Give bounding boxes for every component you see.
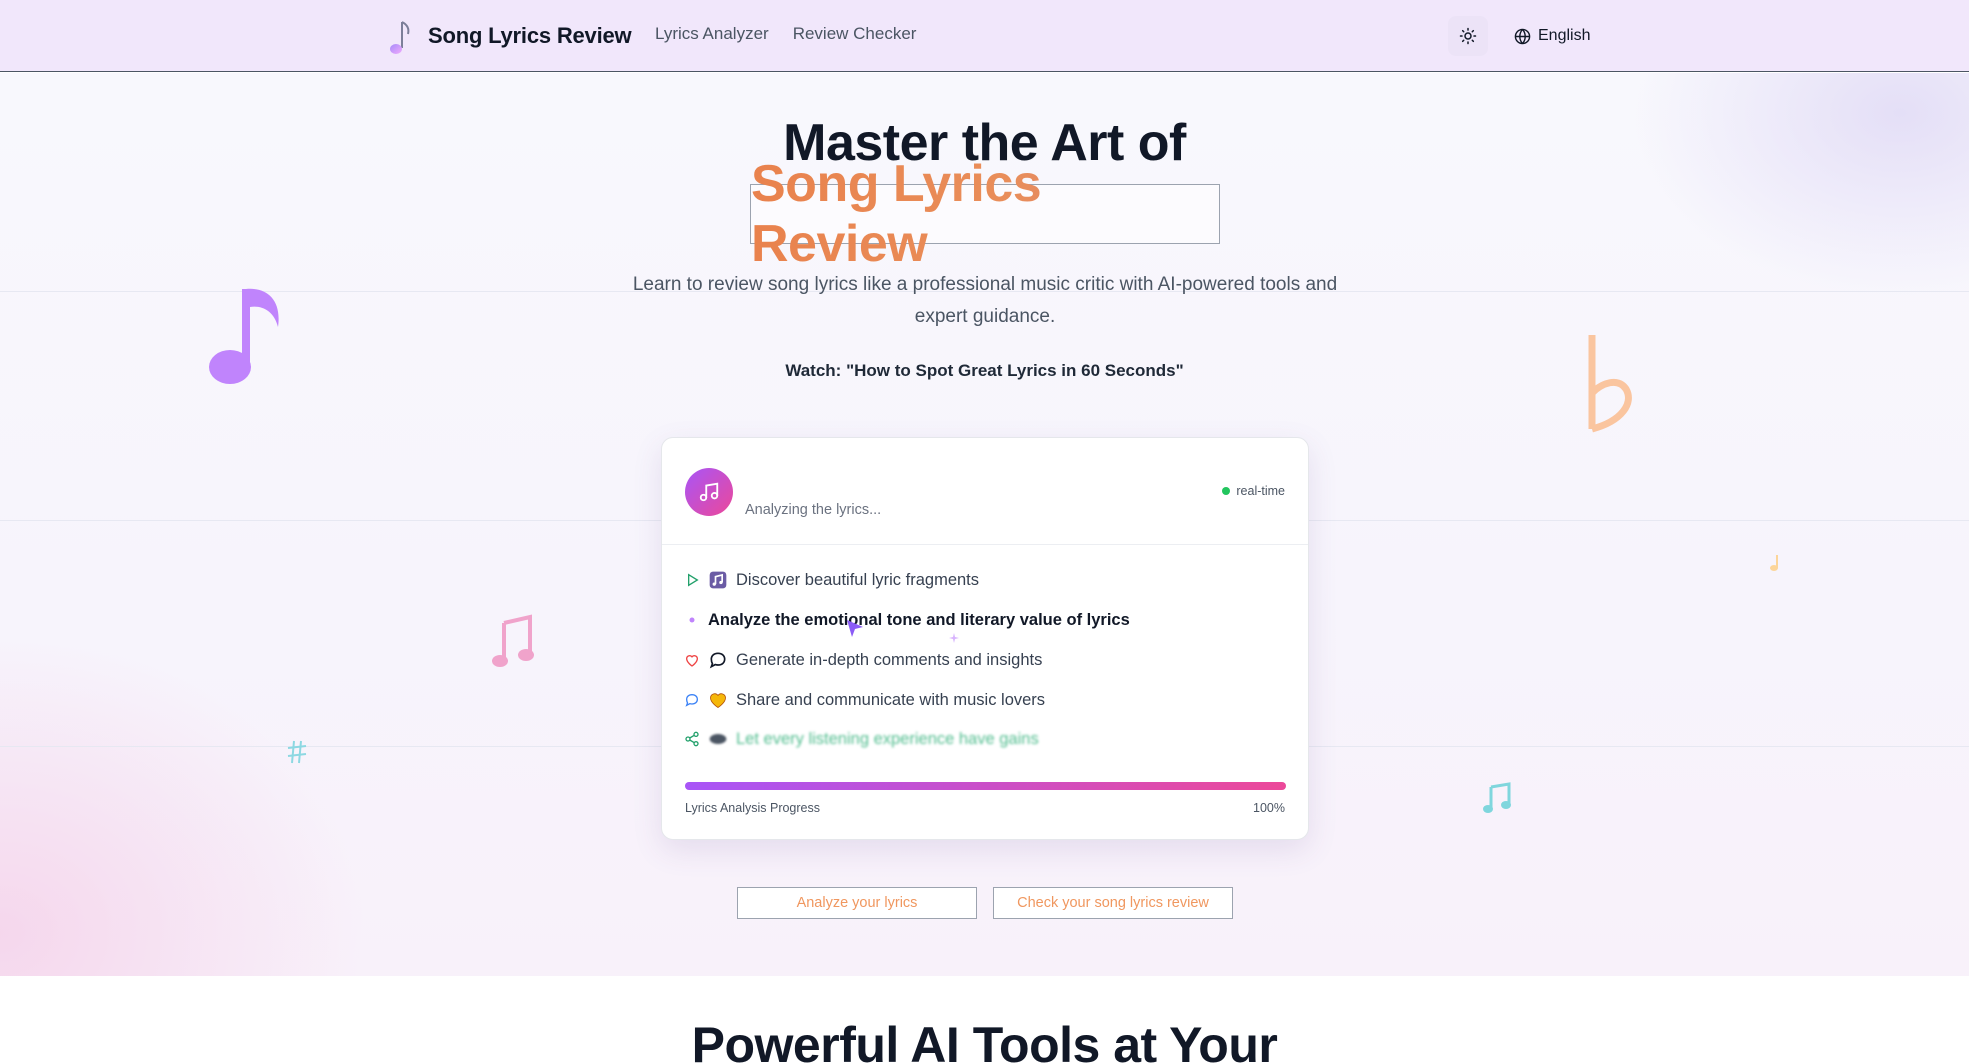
realtime-badge: real-time (1222, 484, 1285, 498)
theme-toggle-button[interactable] (1448, 16, 1488, 56)
step-text: Generate in-depth comments and insights (736, 650, 1043, 669)
share-icon (685, 731, 699, 747)
hero-subtitle: Learn to review song lyrics like a profe… (632, 274, 1338, 327)
music-avatar (685, 468, 733, 516)
step-text: Analyze the emotional tone and literary … (708, 610, 1130, 629)
features-section: Powerful AI Tools at Your (0, 976, 1969, 1063)
realtime-label: real-time (1236, 484, 1285, 498)
analysis-progress-bar (685, 782, 1286, 790)
cursor-sparkle-icon (847, 620, 863, 637)
beamed-notes-teal-decoration-icon (1483, 782, 1511, 813)
play-icon (688, 573, 699, 587)
progress-label: Lyrics Analysis Progress (685, 801, 820, 815)
check-review-button[interactable]: Check your song lyrics review (993, 887, 1233, 919)
music-icon (699, 482, 719, 502)
watch-video-caption: Watch: "How to Spot Great Lyrics in 60 S… (785, 361, 1184, 380)
music-note-logo-icon (390, 21, 410, 54)
beamed-notes-decoration-icon (492, 614, 534, 667)
brand-link[interactable]: Song Lyrics Review (384, 14, 632, 58)
lyrics-analysis-card: Analyzing the lyrics... real-time Discov… (661, 437, 1309, 840)
sunglasses-emoji-icon (709, 734, 727, 744)
hero-title-highlight: Song Lyrics Review (750, 155, 1220, 273)
hero-section: Master the Art of Song Lyrics Review Lea… (0, 73, 1969, 976)
step-text: Let every listening experience have gain… (736, 729, 1039, 748)
sparkle-icon (949, 633, 959, 643)
step-item: Discover beautiful lyric fragments (684, 568, 979, 592)
speech-balloon-emoji-icon (709, 652, 726, 669)
analysis-status-text: Analyzing the lyrics... (745, 502, 882, 518)
step-text: Share and communicate with music lovers (736, 690, 1046, 709)
sharp-sign-decoration-icon (287, 740, 307, 764)
language-selector[interactable]: English (1508, 16, 1596, 56)
hero-title-line2: Song Lyrics Review (751, 154, 1219, 274)
step-text: Discover beautiful lyric fragments (736, 570, 980, 589)
chat-icon (685, 693, 699, 707)
card-header: Analyzing the lyrics... real-time (662, 438, 1308, 545)
yellow-heart-emoji-icon (710, 693, 726, 708)
bullet-dot-icon (684, 617, 700, 623)
progress-percentage: 100% (1253, 801, 1285, 815)
nav-review-checker[interactable]: Review Checker (793, 24, 917, 44)
step-item: Generate in-depth comments and insights (684, 648, 1042, 672)
small-note-decoration-icon (1770, 555, 1778, 571)
heart-icon (685, 655, 699, 667)
analyze-lyrics-button[interactable]: Analyze your lyrics (737, 887, 977, 919)
step-item-active: Analyze the emotional tone and literary … (684, 608, 1130, 632)
features-title: Powerful AI Tools at Your (691, 1017, 1278, 1063)
progress-fill (685, 782, 1286, 790)
flat-sign-decoration-icon (1588, 335, 1632, 433)
step-item: Share and communicate with music lovers (684, 688, 1045, 712)
live-dot-icon (1222, 487, 1231, 495)
step-item-pending: Let every listening experience have gain… (684, 727, 1039, 751)
nav-lyrics-analyzer[interactable]: Lyrics Analyzer (655, 24, 769, 44)
globe-icon (1514, 28, 1531, 44)
main-nav: Lyrics Analyzer Review Checker (655, 24, 916, 44)
language-label: English (1538, 27, 1591, 44)
brand-name: Song Lyrics Review (428, 23, 632, 48)
sun-icon (1459, 27, 1477, 45)
top-nav-bar: Song Lyrics Review Lyrics Analyzer Revie… (0, 0, 1969, 72)
musical-score-emoji-icon (709, 571, 727, 589)
